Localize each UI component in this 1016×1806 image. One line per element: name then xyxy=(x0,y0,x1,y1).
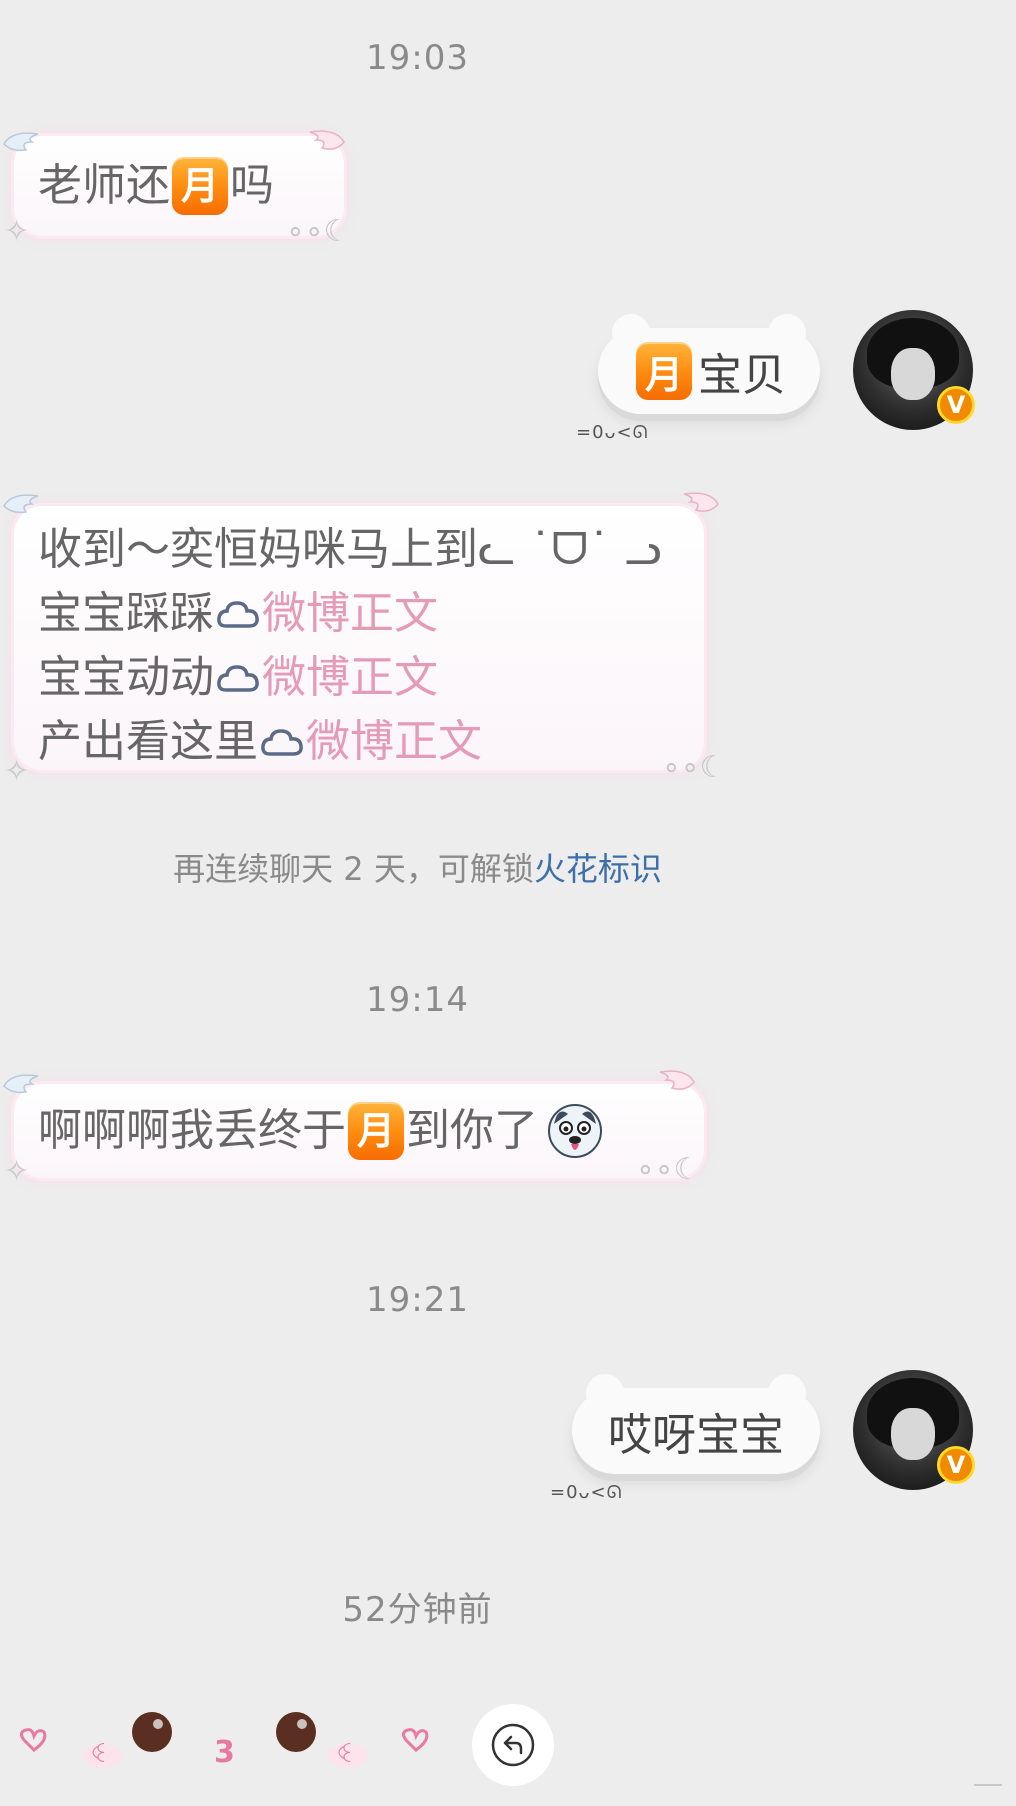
outgoing-message-bubble[interactable]: 哎呀宝宝 xyxy=(572,1374,820,1474)
angel-wing-icon xyxy=(309,130,345,150)
moon-emoji-chip: 月 xyxy=(636,342,692,400)
message-text: 宝宝踩踩 xyxy=(38,588,214,639)
spark-badge-link[interactable]: 火花标识 xyxy=(534,850,662,888)
sparkle-icon: ✧ xyxy=(4,1154,30,1189)
message-text: 宝宝动动 xyxy=(38,652,214,703)
message-text: 哎呀宝宝 xyxy=(608,1410,784,1461)
outgoing-message-bubble[interactable]: 月 宝贝 xyxy=(598,314,820,414)
angel-wing-icon xyxy=(3,1074,39,1094)
sparkle-icon: ✧ xyxy=(4,214,30,249)
avatar[interactable]: V xyxy=(853,1370,975,1490)
timestamp: 52分钟前 xyxy=(342,1590,493,1630)
message-text: 吗 xyxy=(230,160,274,211)
mouth-mark: 3 xyxy=(214,1735,235,1770)
angel-wing-icon xyxy=(659,1070,695,1090)
weibo-cloud-icon xyxy=(261,729,303,756)
moon-emoji-chip: 月 xyxy=(348,1102,404,1160)
angel-wing-icon xyxy=(3,494,39,514)
kaomoji-face-sticker: ꒊ 3 ꒊ xyxy=(19,1712,429,1770)
message-text: 啊啊啊我丢终于 xyxy=(38,1105,346,1156)
timestamp: 19:21 xyxy=(366,1280,469,1320)
incoming-message-bubble[interactable]: 收到～奕恒妈咪马上到ᓚ ˙ᗜ˙ ᓗ 宝宝踩踩 微博正文 宝宝动动 微博正文 产出看这… xyxy=(14,506,704,770)
read-status-mark: =0ᴗ<ᘏ xyxy=(550,1482,623,1503)
message-text: 到你了 xyxy=(406,1105,538,1156)
weibo-cloud-icon xyxy=(217,665,259,692)
watermark-line xyxy=(974,1774,1002,1786)
avatar-face xyxy=(891,1408,935,1460)
timestamp: 19:14 xyxy=(366,980,469,1020)
angel-wing-icon xyxy=(3,132,39,152)
weibo-post-link[interactable]: 微博正文 xyxy=(306,716,482,767)
message-text: 宝贝 xyxy=(698,350,786,401)
message-line: 收到～奕恒妈咪马上到ᓚ ˙ᗜ˙ ᓗ xyxy=(38,524,662,575)
moon-icon: ∘∘☾ xyxy=(662,750,727,785)
avatar[interactable]: V xyxy=(853,310,975,430)
timestamp: 19:03 xyxy=(366,38,469,78)
message-line: 宝宝动动 微博正文 xyxy=(38,646,704,710)
message-text: 产出看这里 xyxy=(38,716,258,767)
weibo-post-link[interactable]: 微博正文 xyxy=(262,652,438,703)
moon-icon: ∘∘☾ xyxy=(636,1152,701,1187)
dog-face-emoji-icon xyxy=(548,1104,602,1158)
message-line: 产出看这里 微博正文 xyxy=(38,710,704,774)
reply-arrow-icon xyxy=(491,1723,535,1767)
sparkle-icon: ✧ xyxy=(4,754,30,789)
verified-badge-icon: V xyxy=(937,1446,975,1484)
avatar-face xyxy=(891,348,935,400)
weibo-post-link[interactable]: 微博正文 xyxy=(262,588,438,639)
weibo-cloud-icon xyxy=(217,601,259,628)
message-line: 宝宝踩踩 微博正文 xyxy=(38,582,704,646)
moon-icon: ∘∘☾ xyxy=(286,214,351,249)
moon-emoji-chip: 月 xyxy=(172,157,228,215)
angel-wing-icon xyxy=(683,492,719,512)
blush-mark: ꒊ xyxy=(336,1742,353,1768)
reply-button[interactable] xyxy=(472,1704,554,1786)
message-text: 老师还 xyxy=(38,160,170,211)
streak-system-note: 再连续聊天 2 天，可解锁火花标识 xyxy=(0,844,835,890)
bottom-bar: ꒊ 3 ꒊ xyxy=(0,1690,1016,1806)
verified-badge-icon: V xyxy=(937,386,975,424)
read-status-mark: =0ᴗ<ᘏ xyxy=(576,422,649,443)
system-note-text: 再连续聊天 2 天，可解锁 xyxy=(173,850,534,888)
incoming-message-bubble[interactable]: 啊啊啊我丢终于 月 到你了 xyxy=(14,1084,704,1178)
blush-mark: ꒊ xyxy=(90,1742,107,1768)
